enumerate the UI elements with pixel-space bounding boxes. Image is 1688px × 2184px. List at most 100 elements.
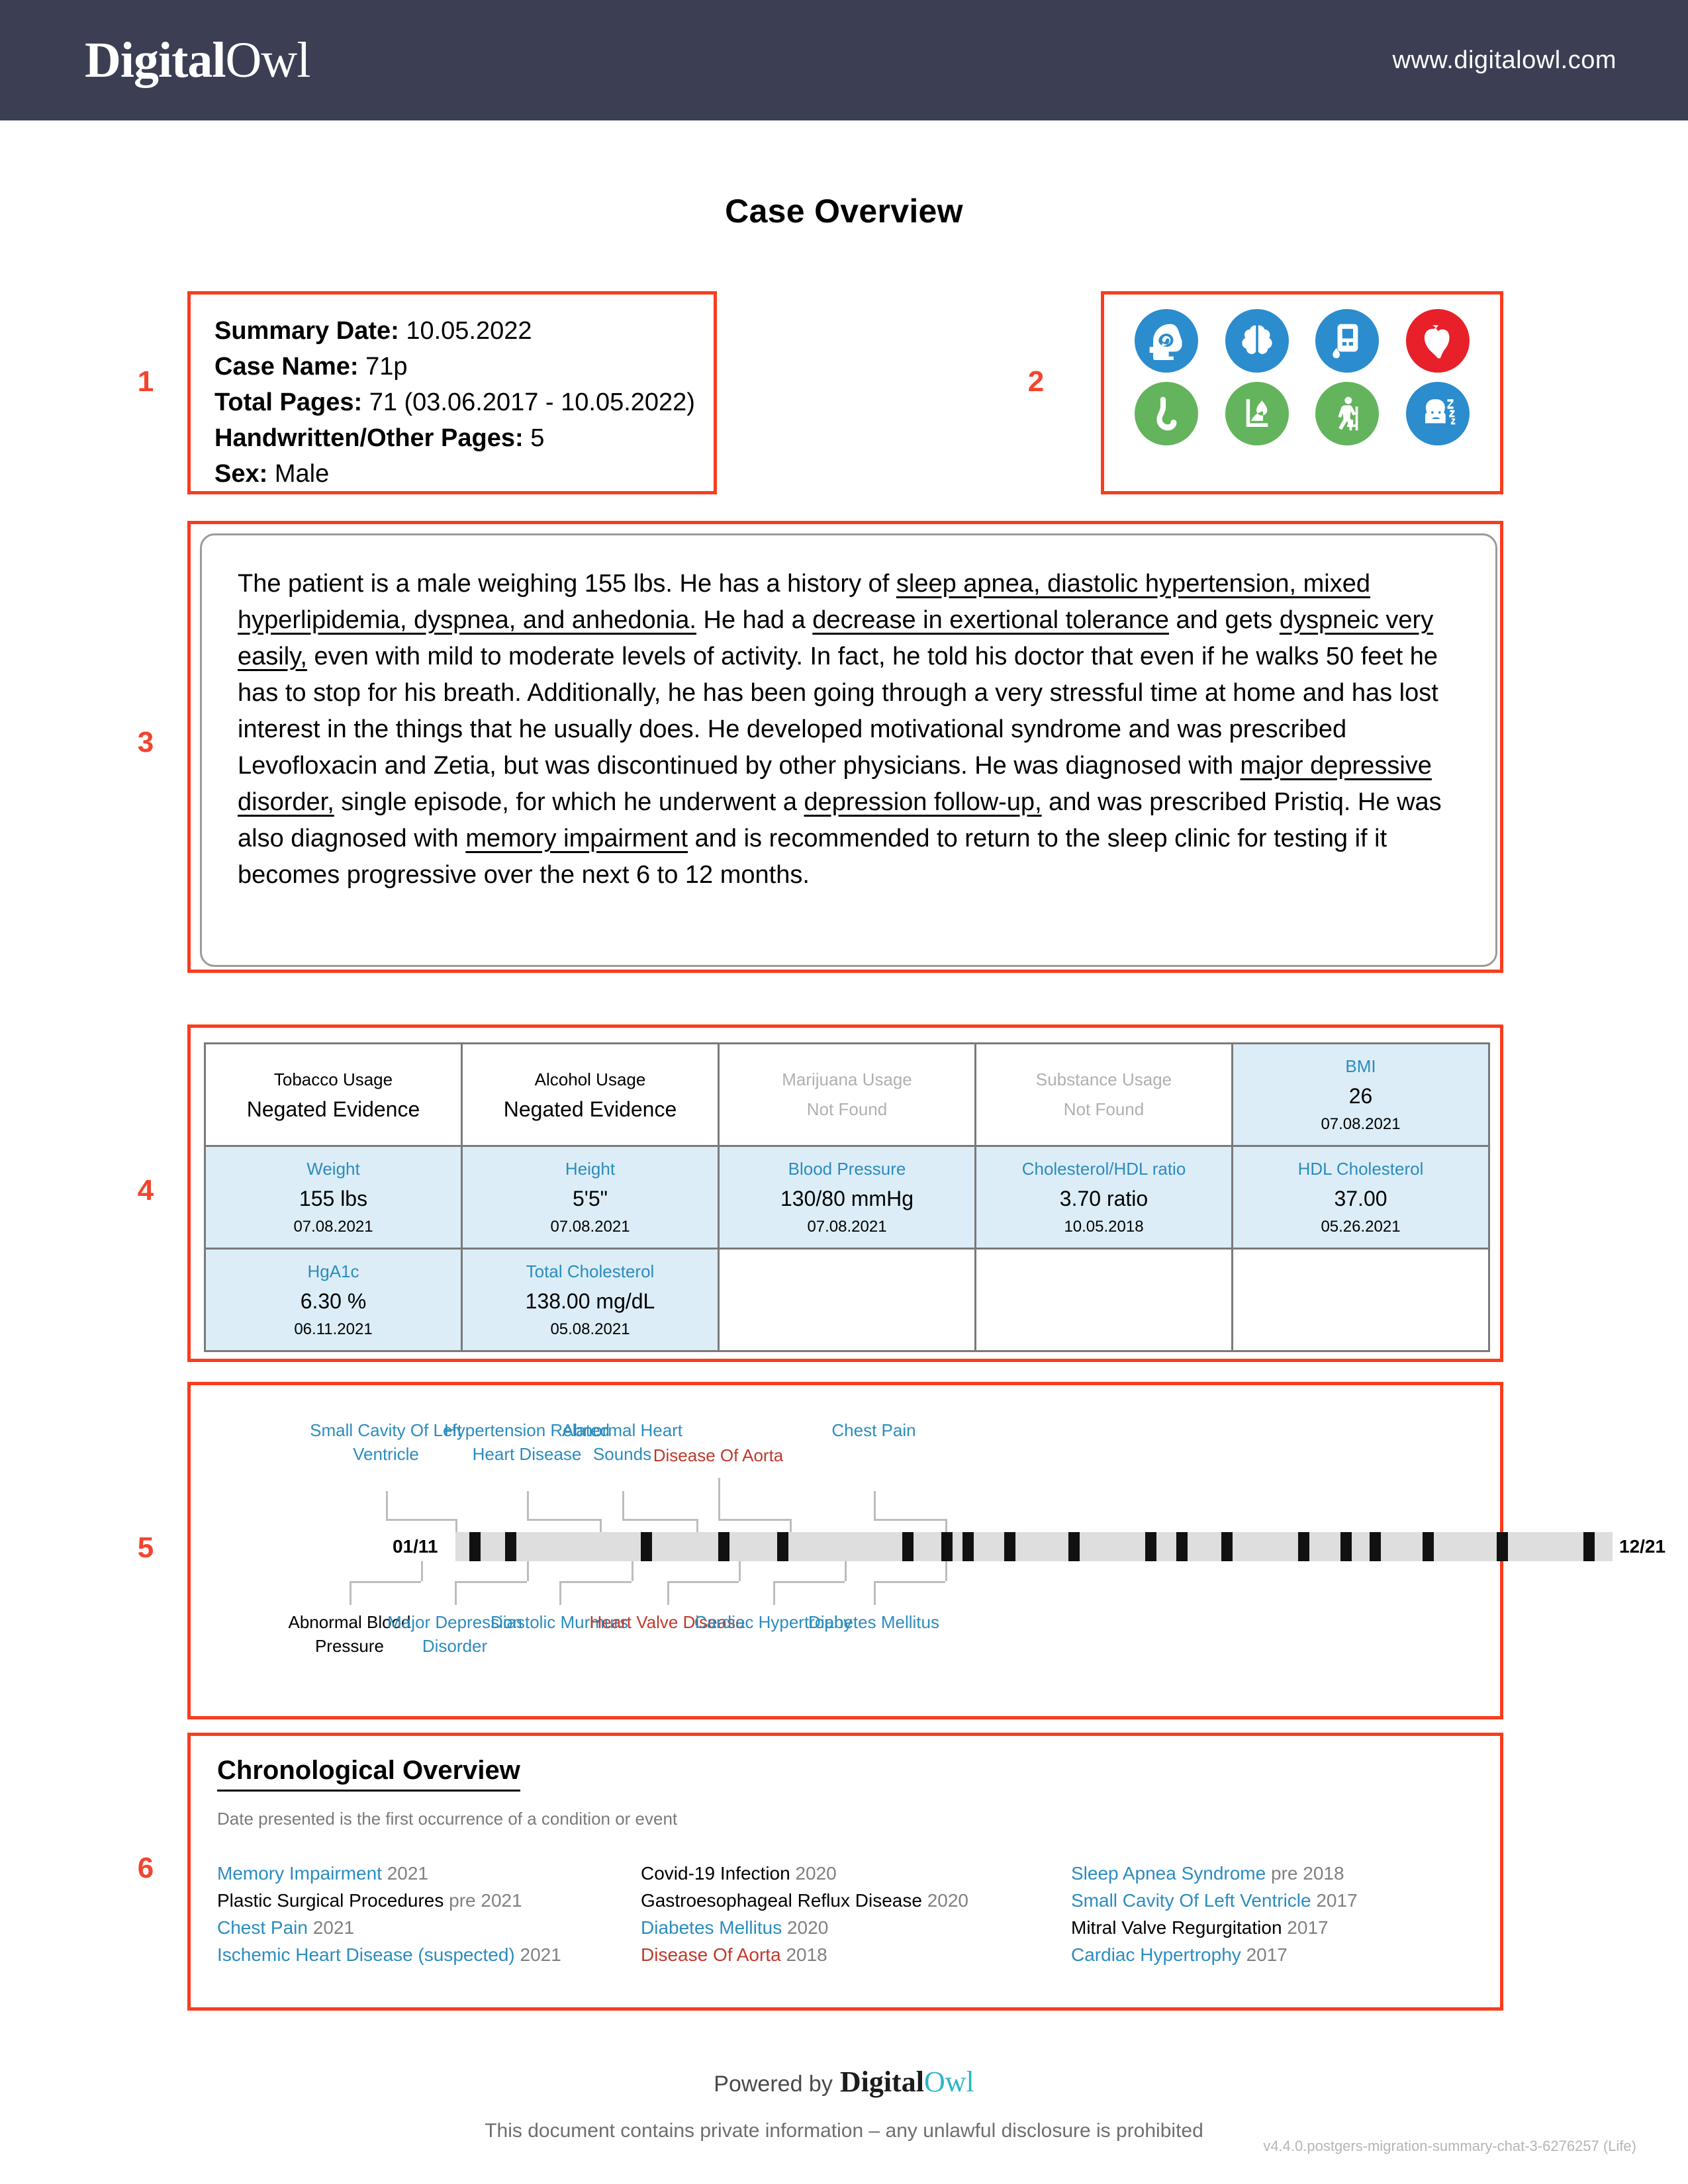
- sleep-apnea-icon-glyph: [1425, 399, 1456, 425]
- vitals-cell-label: Total Cholesterol: [526, 1261, 655, 1281]
- summary-key: Summary Date:: [214, 317, 399, 345]
- summary-key: Sex:: [214, 460, 268, 488]
- vitals-cell-value: Negated Evidence: [246, 1097, 420, 1121]
- timeline-leader-line: [874, 1519, 945, 1521]
- section-number-2: 2: [1027, 365, 1045, 398]
- section-number-3: 3: [137, 726, 154, 758]
- condition-year: 2018: [786, 1944, 827, 1965]
- summary-row: Total Pages: 71 (03.06.2017 - 10.05.2022…: [214, 385, 714, 420]
- vitals-cell-date: 07.08.2021: [807, 1218, 887, 1236]
- chronological-item: Cardiac Hypertrophy 2017: [1071, 1941, 1495, 1968]
- vitals-cell-date: 07.08.2021: [550, 1218, 630, 1236]
- summary-row: Case Name: 71p: [214, 349, 714, 385]
- condition-year: 2017: [1316, 1890, 1358, 1911]
- timeline-leader-line: [421, 1561, 423, 1581]
- vitals-cell-date: 07.08.2021: [293, 1218, 373, 1236]
- condition-name: Chest Pain: [217, 1917, 308, 1938]
- brain-icon-glyph: [1242, 325, 1272, 354]
- narrative-segment: single episode, for which he underwent a: [334, 788, 804, 816]
- section-number-4: 4: [137, 1174, 154, 1206]
- timeline-leader-line: [455, 1581, 457, 1605]
- chronological-columns: Memory Impairment 2021 Plastic Surgical P…: [217, 1860, 1500, 1968]
- timeline-leader-line: [527, 1519, 600, 1521]
- condition-name: Diabetes Mellitus: [641, 1917, 782, 1938]
- vitals-row: Weight 155 lbs 07.08.2021 Height 5'5" 07.08.2…: [204, 1145, 1490, 1250]
- condition-name: Plastic Surgical Procedures: [217, 1890, 444, 1911]
- timeline-event-marker: [776, 1532, 788, 1561]
- timeline-leader-line: [559, 1581, 561, 1605]
- condition-name: Covid-19 Infection: [641, 1863, 790, 1884]
- timeline-end-label: 12/21: [1619, 1536, 1666, 1557]
- timeline-event-marker: [962, 1532, 974, 1561]
- timeline-leader-line: [790, 1519, 792, 1532]
- vitals-cell-date: 10.05.2018: [1064, 1218, 1144, 1236]
- timeline-leader-line: [773, 1581, 775, 1605]
- timeline-leader-line: [559, 1581, 632, 1583]
- chronological-column: Covid-19 Infection 2020 Gastroesophageal …: [641, 1860, 1071, 1968]
- condition-name: Gastroesophageal Reflux Disease: [641, 1890, 922, 1911]
- case-summary-box: Summary Date: 10.05.2022 Case Name: 71p …: [187, 291, 717, 494]
- timeline-leader-line: [874, 1491, 876, 1519]
- timeline-leader-line: [667, 1581, 669, 1605]
- condition-year: 2021: [312, 1917, 355, 1938]
- vitals-cell-date: 06.11.2021: [294, 1320, 373, 1338]
- timeline-label-above: Disease Of Aorta: [653, 1445, 784, 1465]
- brain-icon: [1225, 309, 1289, 373]
- timeline-leader-line: [622, 1519, 696, 1521]
- section-number-6: 6: [137, 1852, 154, 1884]
- narrative-text: The patient is a male weighing 155 lbs. …: [238, 566, 1461, 893]
- chronological-outer-box: Chronological Overview Date presented is…: [187, 1733, 1503, 2011]
- vitals-row: HgA1c 6.30 % 06.11.2021 Total Cholesterol 13…: [204, 1248, 1490, 1352]
- narrative-segment: and gets: [1168, 606, 1280, 634]
- summary-row: Sex: Male: [214, 456, 714, 492]
- condition-name: Cardiac Hypertrophy: [1071, 1944, 1241, 1965]
- chronological-item: Plastic Surgical Procedures pre 2021: [217, 1887, 641, 1914]
- chronological-item: Ischemic Heart Disease (suspected) 2021: [217, 1941, 641, 1968]
- chronological-column: Memory Impairment 2021 Plastic Surgical P…: [217, 1860, 641, 1968]
- chronological-item: Diabetes Mellitus 2020: [641, 1914, 1071, 1941]
- stomach-icon: [1135, 382, 1199, 445]
- condition-year: 2017: [1246, 1944, 1288, 1965]
- vitals-cell-value: 138.00 mg/dL: [525, 1289, 655, 1313]
- timeline-leader-line: [622, 1491, 624, 1519]
- glucometer-icon: [1315, 309, 1380, 373]
- vitals-cell: Weight 155 lbs 07.08.2021: [204, 1145, 463, 1250]
- timeline-leader-line: [718, 1519, 790, 1521]
- summary-key: Total Pages:: [214, 388, 363, 416]
- liver-fluid-icon: [1225, 382, 1289, 445]
- timeline-event-marker: [505, 1532, 517, 1561]
- vitals-empty-cell: [718, 1248, 976, 1352]
- vitals-cell-value: 5'5": [572, 1187, 608, 1210]
- summary-value: Male: [274, 460, 330, 488]
- timeline-leader-line: [874, 1581, 876, 1605]
- vitals-cell: Marijuana Usage Not Found: [718, 1042, 976, 1147]
- vitals-cell-label: Substance Usage: [1035, 1069, 1172, 1089]
- vitals-table: Tobacco Usage Negated Evidence Alcohol Usa…: [204, 1042, 1490, 1352]
- timeline-leader-line: [632, 1561, 633, 1581]
- footer-logo-light: Owl: [923, 2066, 974, 2098]
- chronological-item: Covid-19 Infection 2020: [641, 1860, 1071, 1887]
- footer-logo: Powered by DigitalOwl: [0, 2065, 1688, 2099]
- timeline-leader-line: [945, 1561, 947, 1581]
- timeline-event-marker: [1497, 1532, 1509, 1561]
- timeline-event-marker: [640, 1532, 652, 1561]
- vitals-cell-value: Negated Evidence: [503, 1097, 677, 1121]
- logo-light-text: Owl: [225, 32, 311, 88]
- vitals-cell: Alcohol Usage Negated Evidence: [461, 1042, 720, 1147]
- timeline-leader-line: [350, 1581, 352, 1605]
- condition-icons-box: [1101, 291, 1503, 494]
- timeline-event-marker: [1340, 1532, 1352, 1561]
- vitals-cell: Substance Usage Not Found: [974, 1042, 1233, 1147]
- condition-name: Small Cavity Of Left Ventricle: [1071, 1890, 1311, 1911]
- heart-icon: [1405, 309, 1470, 373]
- vitals-cell-value: 6.30 %: [300, 1289, 367, 1313]
- vitals-empty-cell: [1231, 1248, 1490, 1352]
- vitals-cell-value: Not Found: [806, 1099, 888, 1119]
- timeline-leader-line: [350, 1581, 421, 1583]
- vitals-cell: Tobacco Usage Negated Evidence: [204, 1042, 463, 1147]
- timeline-chart: 01/11 12/21 Small Cavity Of Left Ventric…: [191, 1385, 1666, 1716]
- timeline-event-marker: [718, 1532, 729, 1561]
- timeline-event-marker: [1221, 1532, 1233, 1561]
- elderly-walker-icon-glyph: [1338, 396, 1358, 431]
- timeline-event-marker: [469, 1532, 481, 1561]
